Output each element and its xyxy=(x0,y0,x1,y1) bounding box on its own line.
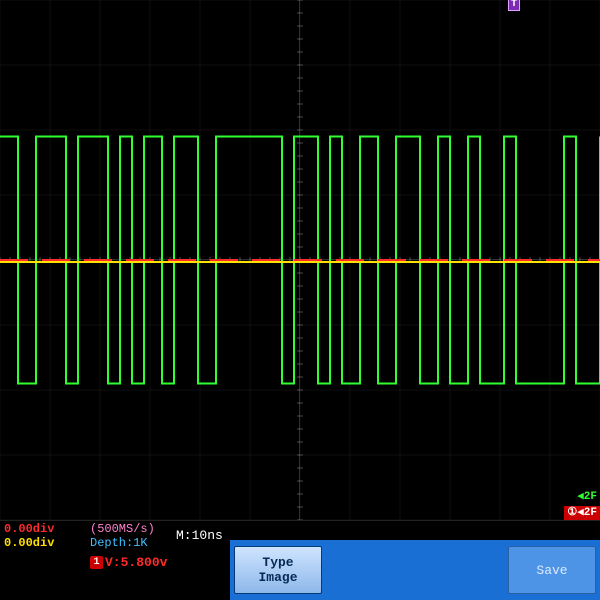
type-button-value: Image xyxy=(258,570,297,585)
ch1-vdiv-readout: 0.00div xyxy=(4,522,84,536)
sample-rate-readout: (500MS/s) xyxy=(90,522,170,536)
trigger-level-indicator-2: ◀2F xyxy=(574,490,600,504)
save-button-label: Save xyxy=(536,563,567,578)
save-button[interactable]: Save xyxy=(508,546,596,594)
type-button-label: Type xyxy=(262,555,293,570)
oscilloscope-plot: T xyxy=(0,0,600,520)
ch2-vdiv-readout: 0.00div xyxy=(4,536,84,550)
type-button[interactable]: Type Image xyxy=(234,546,322,594)
channel-badge-icon: 1 xyxy=(90,556,103,569)
softkey-menu: Type Image Save xyxy=(230,540,600,600)
memory-depth-readout: Depth:1K xyxy=(90,536,170,550)
trigger-level-indicator-1: ①◀2F xyxy=(564,506,600,520)
waveform-canvas xyxy=(0,0,600,520)
cursor-voltage-readout: 1V:5.800v xyxy=(90,555,167,570)
